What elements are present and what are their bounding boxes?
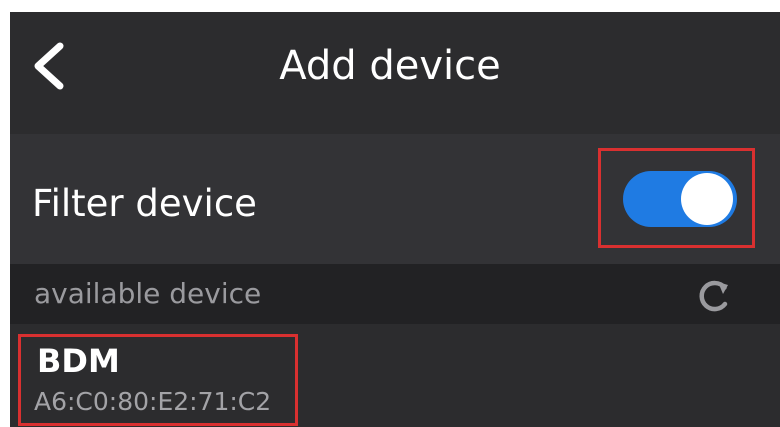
list-item: BDM A6:C0:80:E2:71:C2 xyxy=(10,324,780,427)
device-name: BDM xyxy=(37,342,120,380)
filter-device-label: Filter device xyxy=(32,182,257,225)
toggle-knob xyxy=(681,173,733,225)
available-device-header: available device xyxy=(10,264,780,324)
toggle-highlight-box xyxy=(598,148,755,248)
header-bar: Add device xyxy=(10,12,780,134)
device-bdm-item[interactable]: BDM A6:C0:80:E2:71:C2 xyxy=(18,334,298,426)
refresh-icon[interactable] xyxy=(694,276,734,316)
filter-device-toggle[interactable] xyxy=(623,171,737,227)
add-device-screen: Add device Filter device available devic… xyxy=(10,12,780,427)
available-device-label: available device xyxy=(34,277,262,310)
filter-device-row: Filter device xyxy=(10,134,780,264)
page-title: Add device xyxy=(279,43,501,89)
device-mac-address: A6:C0:80:E2:71:C2 xyxy=(34,387,272,416)
